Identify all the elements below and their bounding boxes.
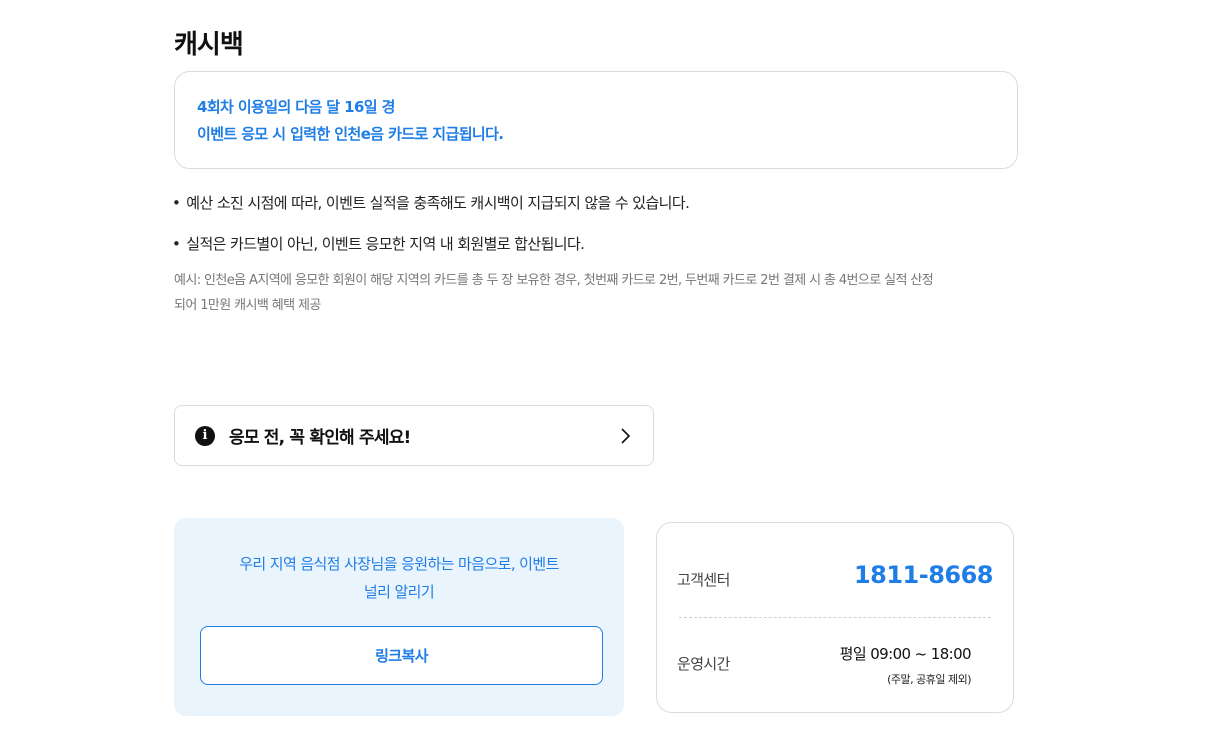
example-text: 예시: 인천e음 A지역에 응모한 회원이 해당 지역의 카드를 총 두 장 보… (174, 268, 1024, 318)
note-item: • 예산 소진 시점에 따라, 이벤트 실적을 충족해도 캐시백이 지급되지 않을… (172, 192, 690, 213)
bullet-icon: • (172, 194, 181, 212)
cashback-info-box: 4회차 이용일의 다음 달 16일 경 이벤트 응모 시 입력한 인천e음 카드… (174, 71, 1018, 169)
example-line: 예시: 인천e음 A지역에 응모한 회원이 해당 지역의 카드를 총 두 장 보… (174, 273, 934, 288)
note-text: 실적은 카드별이 아닌, 이벤트 응모한 지역 내 회원별로 합산됩니다. (186, 235, 585, 253)
share-text: 우리 지역 음식점 사장님을 응원하는 마음으로, 이벤트 널리 알리기 (174, 550, 624, 606)
section-title: 캐시백 (174, 30, 244, 60)
info-icon: i (195, 425, 215, 446)
note-item: • 실적은 카드별이 아닌, 이벤트 응모한 지역 내 회원별로 합산됩니다. (172, 233, 585, 254)
phone-number-link[interactable]: 1811-8668 (854, 561, 994, 589)
check-before-apply-button[interactable]: i 응모 전, 꼭 확인해 주세요! (174, 405, 654, 466)
info-line: 이벤트 응모 시 입력한 인천e음 카드로 지급됩니다. (197, 125, 504, 143)
hours-note: (주말, 공휴일 제외) (887, 673, 971, 686)
operating-hours: 평일 09:00 ~ 18:00 (839, 645, 972, 663)
chevron-right-icon (621, 427, 631, 444)
check-label: 응모 전, 꼭 확인해 주세요! (229, 428, 411, 448)
share-card: 우리 지역 음식점 사장님을 응원하는 마음으로, 이벤트 널리 알리기 링크복… (174, 518, 624, 716)
hours-label: 운영시간 (677, 655, 730, 673)
center-label: 고객센터 (677, 571, 730, 589)
bullet-icon: • (172, 235, 181, 253)
copy-link-button[interactable]: 링크복사 (200, 626, 603, 685)
example-line: 되어 1만원 캐시백 혜택 제공 (174, 298, 321, 313)
note-text: 예산 소진 시점에 따라, 이벤트 실적을 충족해도 캐시백이 지급되지 않을 … (186, 194, 690, 212)
divider (679, 617, 991, 618)
share-text-line: 우리 지역 음식점 사장님을 응원하는 마음으로, 이벤트 (239, 555, 559, 573)
share-text-line: 널리 알리기 (363, 583, 435, 601)
info-line: 4회차 이용일의 다음 달 16일 경 (197, 98, 395, 116)
customer-support-card: 고객센터 1811-8668 운영시간 평일 09:00 ~ 18:00 (주말… (656, 522, 1014, 713)
